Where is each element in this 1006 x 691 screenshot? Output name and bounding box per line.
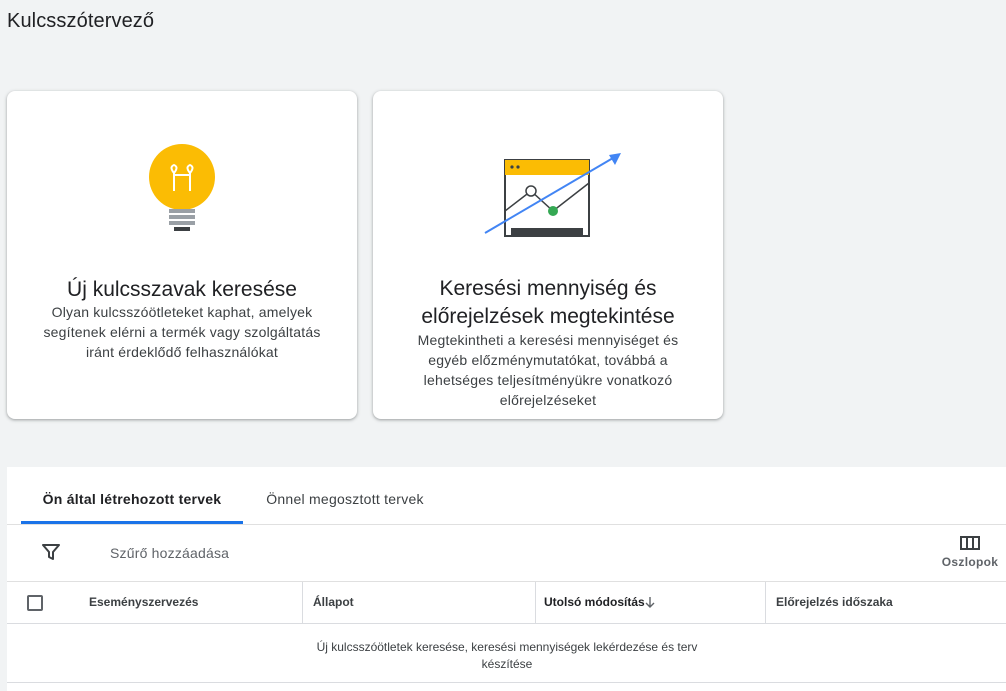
- card-title: Új kulcsszavak keresése: [67, 278, 297, 301]
- columns-label: Oszlopok: [941, 555, 999, 569]
- lightbulb-icon: [149, 144, 215, 231]
- columns-button[interactable]: Oszlopok: [937, 533, 1003, 577]
- card-description: Megtekintheti a keresési mennyiséget és …: [417, 332, 679, 408]
- arrow-down-icon: [645, 597, 655, 608]
- page-title: Kulcsszótervező: [7, 10, 155, 32]
- column-header-name[interactable]: Eseményszervezés: [89, 582, 301, 623]
- add-filter-button[interactable]: Szűrő hozzáadása: [110, 545, 229, 561]
- card-description: Olyan kulcsszóötleteket kaphat, amelyek …: [43, 304, 321, 360]
- table-header: Eseményszervezés Állapot Utolsó módosítá…: [7, 582, 1006, 624]
- tab-my-plans[interactable]: Ön által létrehozott tervek: [21, 467, 243, 524]
- column-header-status[interactable]: Állapot: [302, 582, 535, 623]
- filter-bar: Szűrő hozzáadása Oszlopok: [7, 525, 1006, 582]
- columns-icon: [960, 536, 980, 550]
- trend-chart-icon: [484, 153, 621, 237]
- select-all-checkbox[interactable]: [27, 595, 43, 611]
- column-header-forecast-period[interactable]: Előrejelzés időszaka: [765, 582, 1006, 623]
- plans-tabs: Ön által létrehozott tervek Önnel megosz…: [7, 467, 1006, 525]
- plans-panel: Ön által létrehozott tervek Önnel megosz…: [7, 467, 1006, 691]
- filter-icon[interactable]: [42, 544, 60, 560]
- discover-keywords-card[interactable]: Új kulcsszavak keresése Olyan kulcsszóöt…: [7, 91, 357, 419]
- card-title: Keresési mennyiség és előrejelzések megt…: [421, 277, 675, 328]
- empty-state-row: Új kulcsszóötletek keresése, keresési me…: [7, 625, 1006, 683]
- search-volume-forecast-card[interactable]: Keresési mennyiség és előrejelzések megt…: [373, 91, 723, 419]
- column-header-last-modified[interactable]: Utolsó módosítás: [535, 582, 765, 623]
- column-header-label: Utolsó módosítás: [544, 595, 645, 609]
- tab-shared-plans[interactable]: Önnel megosztott tervek: [255, 467, 435, 524]
- empty-state-message: Új kulcsszóötletek keresése, keresési me…: [316, 640, 698, 671]
